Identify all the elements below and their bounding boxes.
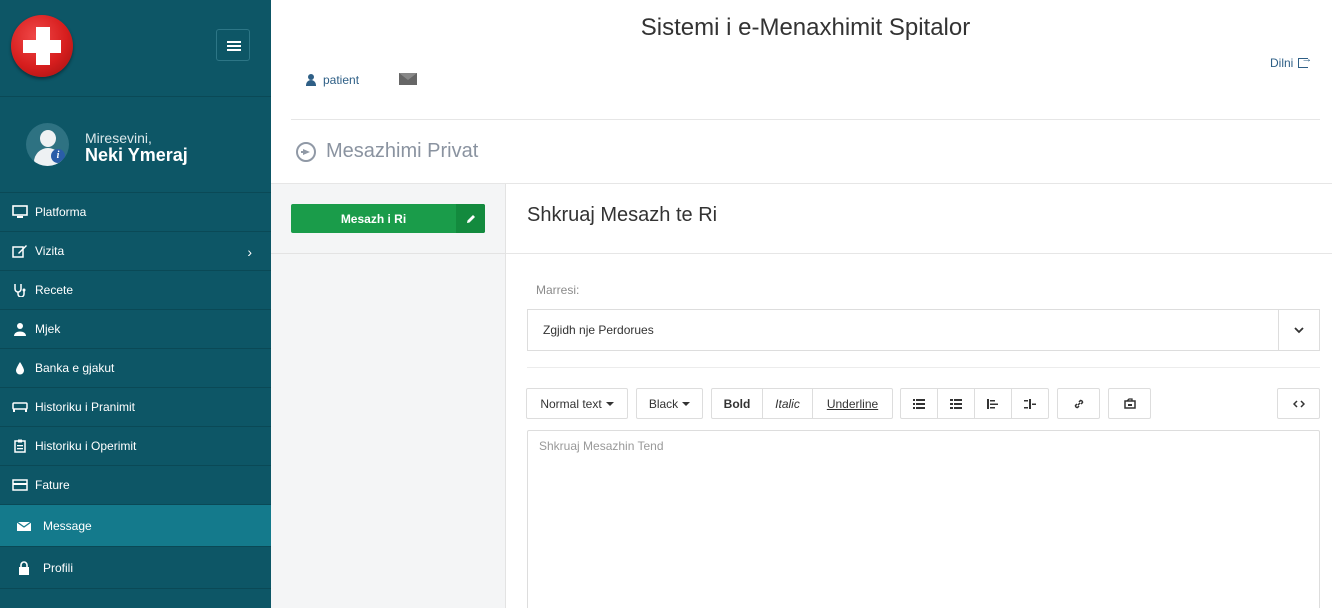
hospital-cross-logo[interactable] [11, 15, 73, 77]
message-editor[interactable]: Shkruaj Mesazhin Tend [527, 430, 1320, 608]
credit-card-icon [11, 477, 29, 493]
sidebar-menu: Platforma Vizita › Recete Mjek Banka e g… [0, 193, 271, 589]
sidebar-header [0, 0, 271, 97]
chevron-right-icon: › [247, 244, 252, 260]
app-title: Sistemi i e-Menaxhimit Spitalor [640, 14, 971, 41]
user-icon [305, 74, 317, 86]
header-divider [291, 119, 1320, 120]
blood-drop-icon [11, 360, 29, 376]
compose-title: Shkruaj Mesazh te Ri [527, 204, 718, 226]
logout-icon [1298, 53, 1312, 68]
envelope-icon [15, 518, 33, 534]
sidebar: i Miresevini, Neki Ymeraj Platforma Vizi… [0, 0, 271, 608]
logout-link[interactable]: Dilni [1270, 53, 1312, 70]
sidebar-item-fature[interactable]: Fature [0, 466, 271, 505]
avatar: i [26, 123, 69, 166]
text-style-dropdown[interactable]: Normal text [526, 388, 628, 419]
hospital-bed-icon [11, 399, 29, 415]
sidebar-item-profili[interactable]: Profili [0, 547, 271, 589]
caret-down-icon [682, 401, 691, 406]
recipient-label: Marresi: [536, 283, 580, 297]
caret-down-icon [605, 401, 614, 406]
text-color-dropdown[interactable]: Black [636, 388, 703, 419]
page-title: Mesazhimi Privat [326, 140, 479, 162]
info-icon: i [51, 149, 65, 163]
indent-icon[interactable] [1012, 389, 1048, 418]
sidebar-item-message[interactable]: Message [0, 505, 271, 547]
welcome-text: Miresevini, [85, 130, 152, 146]
page-heading: Mesazhimi Privat [296, 140, 478, 163]
mail-icon[interactable] [399, 73, 417, 85]
unordered-list-icon[interactable] [901, 389, 938, 418]
doctor-icon [11, 321, 29, 337]
compose-divider [506, 253, 1332, 254]
stethoscope-icon [11, 282, 29, 298]
underline-button[interactable]: Underline [813, 389, 892, 418]
clipboard-icon [11, 438, 29, 454]
image-icon[interactable] [1108, 388, 1151, 419]
sidebar-item-platforma[interactable]: Platforma [0, 193, 271, 232]
recipient-select[interactable]: Zgjidh nje Perdorues [527, 309, 1320, 351]
panel-divider [271, 253, 506, 254]
recipient-select-value: Zgjidh nje Perdorues [543, 323, 654, 337]
italic-button[interactable]: Italic [763, 389, 813, 418]
message-folder-panel: Mesazh i Ri [271, 184, 506, 608]
username: Neki Ymeraj [85, 145, 188, 165]
user-role-label: patient [323, 73, 360, 87]
sidebar-item-mjek[interactable]: Mjek [0, 310, 271, 349]
list-button-group [900, 388, 1049, 419]
edit-icon [11, 243, 29, 259]
circle-arrow-right-icon [296, 141, 316, 162]
sidebar-item-historiku-i-operimit[interactable]: Historiku i Operimit [0, 427, 271, 466]
user-role-link[interactable]: patient [305, 73, 359, 87]
chevron-down-icon[interactable] [1278, 310, 1319, 350]
lock-icon [15, 560, 33, 576]
new-message-button[interactable]: Mesazh i Ri [291, 204, 485, 233]
logout-label: Dilni [1270, 56, 1294, 70]
sidebar-item-vizita[interactable]: Vizita › [0, 232, 271, 271]
editor-placeholder: Shkruaj Mesazhin Tend [539, 439, 664, 453]
hamburger-menu-icon[interactable] [216, 29, 250, 61]
sidebar-item-historiku-i-pranimit[interactable]: Historiku i Pranimit [0, 388, 271, 427]
code-view-icon[interactable] [1277, 388, 1320, 419]
link-icon[interactable] [1057, 388, 1100, 419]
ordered-list-icon[interactable] [938, 389, 975, 418]
sidebar-item-banka-e-gjakut[interactable]: Banka e gjakut [0, 349, 271, 388]
sidebar-item-recete[interactable]: Recete [0, 271, 271, 310]
compose-separator [527, 367, 1320, 368]
new-message-label: Mesazh i Ri [340, 211, 407, 226]
monitor-icon [11, 204, 29, 220]
pencil-icon [456, 204, 485, 233]
format-button-group: Bold Italic Underline [711, 388, 893, 419]
user-panel: i Miresevini, Neki Ymeraj [0, 97, 271, 193]
outdent-icon[interactable] [975, 389, 1012, 418]
bold-button[interactable]: Bold [712, 389, 763, 418]
